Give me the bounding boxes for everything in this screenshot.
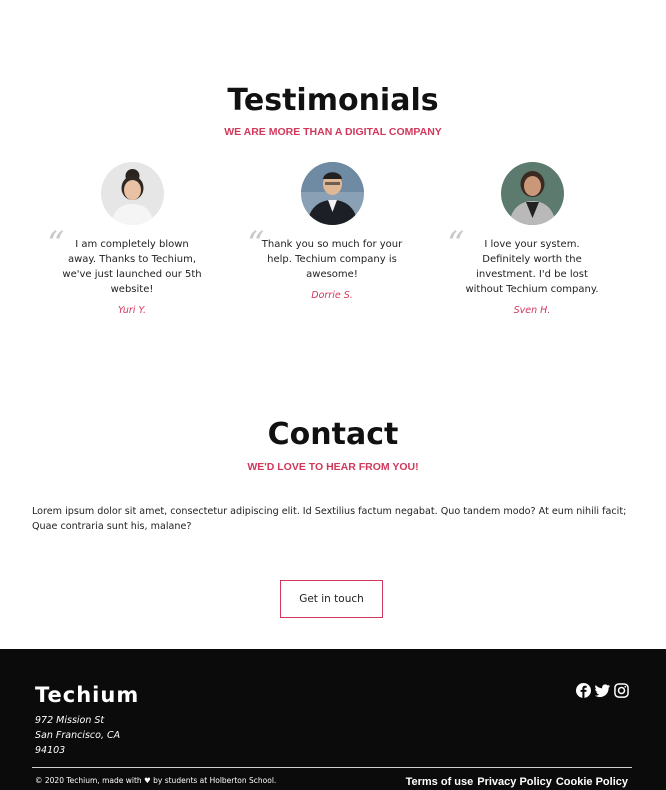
footer-copyright: © 2020 Techium, made with ♥ by students … (35, 776, 277, 785)
address-line: San Francisco, CA (35, 730, 121, 741)
testimonial-card: “ I am completely blown away. Thanks to … (47, 162, 207, 316)
avatar (300, 162, 364, 225)
footer-address: 972 Mission St San Francisco, CA 94103 (35, 713, 120, 758)
privacy-link[interactable]: Privacy Policy (477, 776, 552, 788)
testimonial-quote: I love your system. Definitely worth the… (465, 239, 599, 295)
footer-brand: Techium (35, 683, 140, 707)
instagram-icon[interactable] (614, 683, 629, 698)
testimonial-author: Dorrie S. (311, 290, 353, 301)
avatar (100, 162, 164, 225)
get-in-touch-button[interactable]: Get in touch (280, 580, 383, 618)
testimonial-card: “ Thank you so much for your help. Techi… (247, 162, 407, 301)
testimonial-author: Yuri Y. (117, 305, 147, 316)
testimonials-title: Testimonials (227, 83, 439, 118)
quote-icon: “ (47, 224, 65, 264)
footer-divider (32, 767, 632, 768)
address-line: 94103 (35, 745, 66, 756)
footer-links: Terms of use Privacy Policy Cookie Polic… (406, 776, 628, 788)
quote-icon: “ (247, 224, 265, 264)
contact-title: Contact (267, 417, 399, 452)
testimonial-quote: Thank you so much for your help. Techium… (261, 239, 403, 280)
contact-body: Lorem ipsum dolor sit amet, consectetur … (32, 506, 627, 532)
footer: Techium 972 Mission St San Francisco, CA… (0, 649, 666, 790)
contact-subtitle: WE'D LOVE TO HEAR FROM YOU! (247, 461, 419, 473)
address-line: 972 Mission St (35, 715, 105, 726)
testimonials-subtitle: WE ARE MORE THAN A DIGITAL COMPANY (224, 126, 442, 138)
avatar (500, 162, 564, 225)
cookie-link[interactable]: Cookie Policy (556, 776, 628, 788)
testimonial-quote: I am completely blown away. Thanks to Te… (62, 239, 202, 295)
social-links (576, 683, 629, 698)
twitter-icon[interactable] (595, 683, 610, 698)
testimonial-author: Sven H. (513, 305, 551, 316)
quote-icon: “ (447, 224, 465, 264)
testimonial-card: “ I love your system. Definitely worth t… (447, 162, 607, 316)
facebook-icon[interactable] (576, 683, 591, 698)
terms-link[interactable]: Terms of use (406, 776, 474, 788)
